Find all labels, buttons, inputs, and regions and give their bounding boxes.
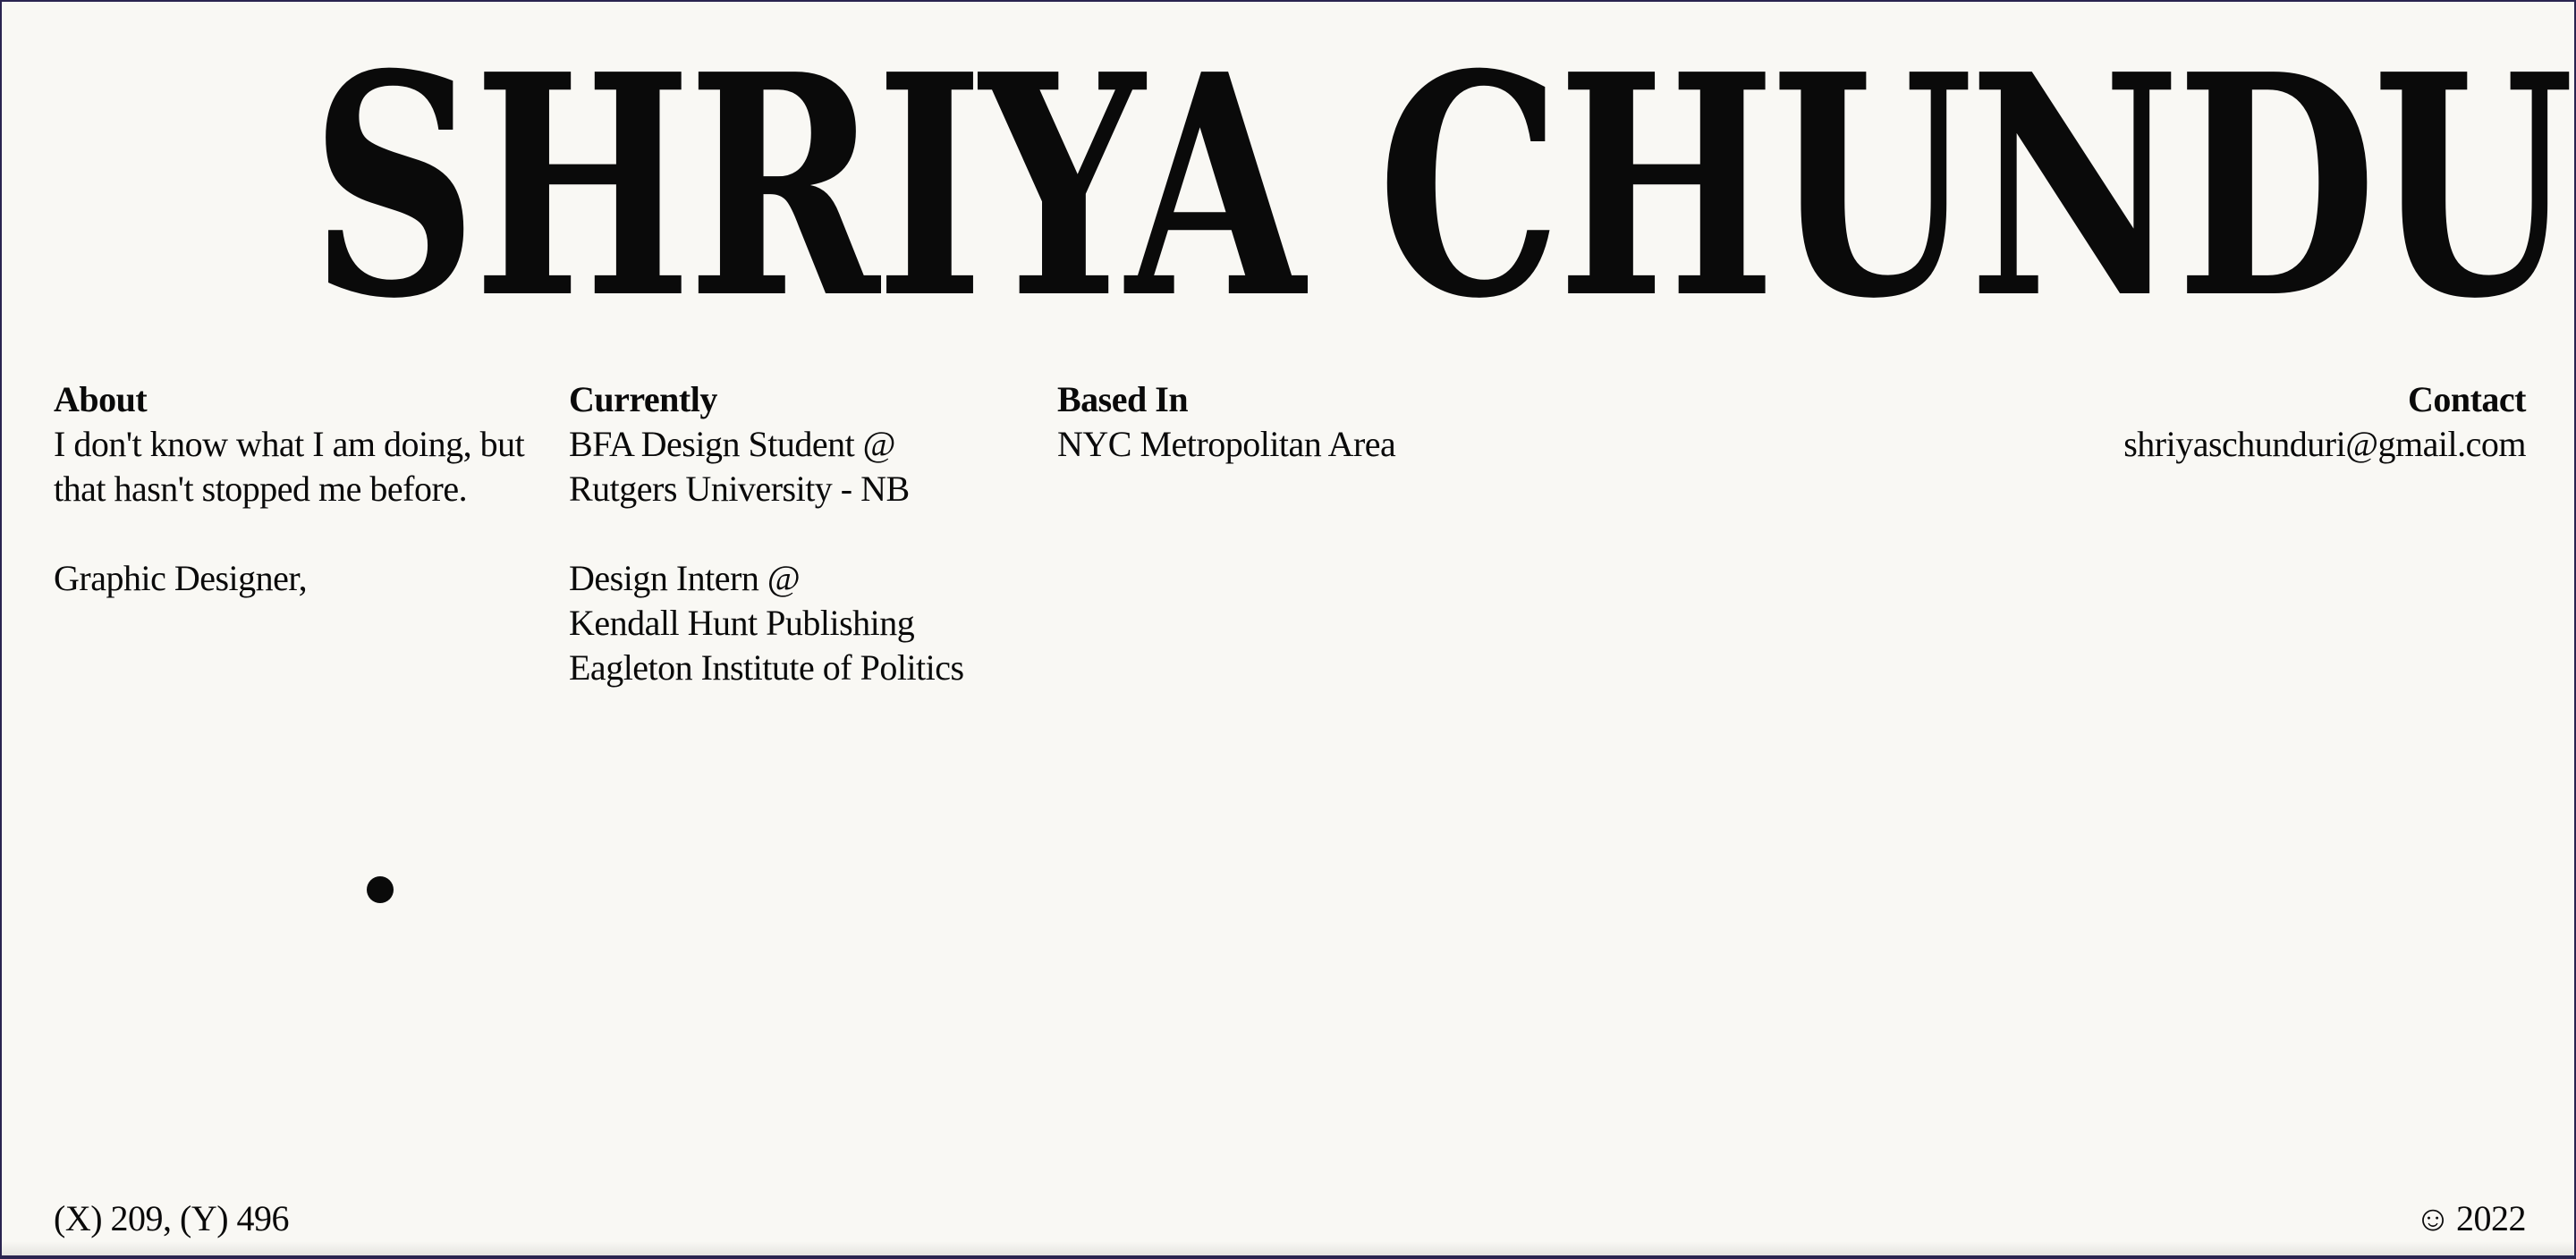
intern-line: Kendall Hunt Publishing xyxy=(569,603,915,643)
smiley-icon: ☺ xyxy=(2414,1198,2452,1238)
contact-heading: Contact xyxy=(2407,379,2527,419)
about-text-line: I don't know what I am doing, but xyxy=(54,424,525,464)
site-title: SHRIYA CHUNDURI xyxy=(310,9,2574,366)
currently-heading: Currently xyxy=(569,379,717,419)
bottom-shadow xyxy=(2,1241,2574,1255)
based-in-section: Based In NYC Metropolitan Area xyxy=(1057,377,1396,467)
email-link[interactable]: shriyaschunduri@gmail.com xyxy=(2123,422,2526,467)
portfolio-page: SHRIYA CHUNDURI About I don't know what … xyxy=(2,2,2574,1255)
copyright-year: 2022 xyxy=(2456,1198,2527,1238)
student-line: BFA Design Student @ xyxy=(569,424,896,464)
cursor-dot xyxy=(367,876,394,903)
contact-section: Contact shriyaschunduri@gmail.com xyxy=(2123,377,2526,467)
cursor-coordinates: (X) 209, (Y) 496 xyxy=(54,1198,290,1238)
location-text: NYC Metropolitan Area xyxy=(1057,424,1396,464)
currently-section: Currently BFA Design Student @ Rutgers U… xyxy=(569,377,964,690)
about-section: About I don't know what I am doing, but … xyxy=(54,377,525,601)
based-in-heading: Based In xyxy=(1057,379,1189,419)
about-text-line: that hasn't stopped me before. xyxy=(54,469,468,509)
about-heading: About xyxy=(54,379,148,419)
about-role: Graphic Designer, xyxy=(54,558,308,598)
student-line: Rutgers University - NB xyxy=(569,469,910,509)
copyright: ☺ 2022 xyxy=(2414,1196,2527,1241)
intern-line: Eagleton Institute of Politics xyxy=(569,647,964,688)
intern-line: Design Intern @ xyxy=(569,558,801,598)
